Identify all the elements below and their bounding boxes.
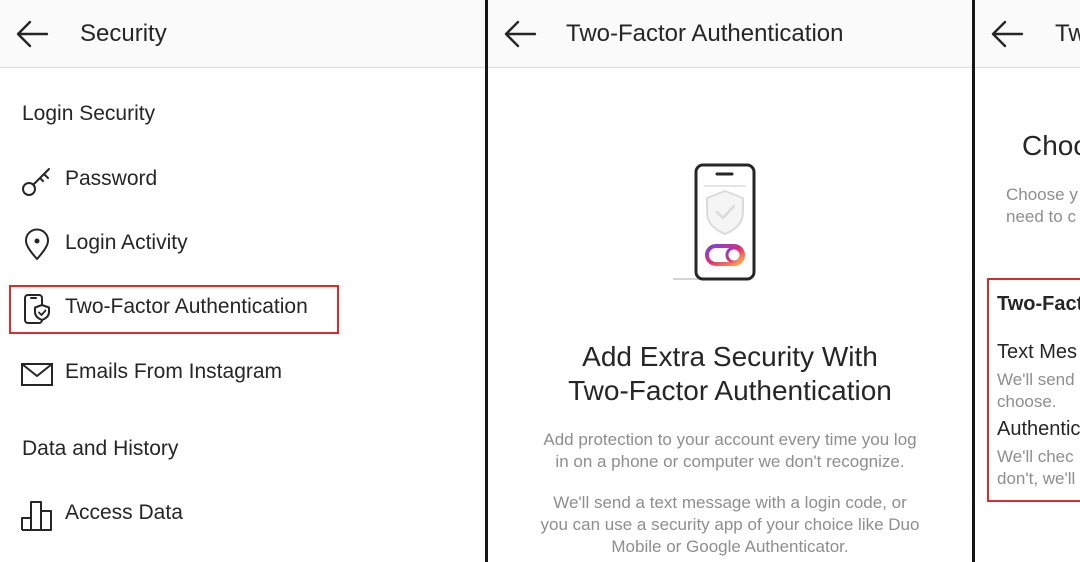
page-title: Security: [80, 20, 167, 47]
bar-chart-icon: [21, 501, 52, 531]
back-button[interactable]: [502, 19, 538, 49]
choose-description-line: need to c: [1006, 207, 1076, 226]
description-line: in on a phone or computer we don't recog…: [555, 452, 905, 471]
option-description-line: don't, we'll: [997, 469, 1076, 488]
description-line: We'll send a text message with a login c…: [553, 493, 907, 512]
choose-method-header: Tw: [975, 0, 1080, 68]
data-history-heading: Data and History: [22, 437, 179, 460]
menu-item-label: Login Activity: [65, 231, 188, 254]
headline-line-2: Two-Factor Authentication: [568, 375, 892, 406]
description-line: Mobile or Google Authenticator.: [611, 537, 849, 556]
description-line: Add protection to your account every tim…: [543, 430, 917, 449]
option-description-line: We'll chec: [997, 447, 1074, 466]
key-icon: [22, 168, 50, 196]
back-button[interactable]: [14, 19, 50, 49]
arrow-left-icon: [504, 20, 537, 48]
choose-method-panel: Tw Choc Choose y need to c Two-Fact Text…: [975, 0, 1080, 562]
arrow-left-icon: [991, 20, 1024, 48]
menu-item-label: Password: [65, 167, 158, 190]
login-security-heading: Login Security: [22, 102, 156, 125]
option-authentication-app-title[interactable]: Authentic: [997, 418, 1080, 441]
arrow-left-icon: [16, 20, 49, 48]
security-panel: Security Login Security Password Login A…: [0, 0, 485, 562]
back-button[interactable]: [989, 19, 1025, 49]
headline-line-1: Add Extra Security With: [582, 341, 878, 372]
two-factor-section-title: Two-Fact: [997, 293, 1080, 315]
highlight-box: [9, 285, 339, 334]
phone-shield-illustration-icon: [673, 163, 756, 281]
option-description-line: choose.: [997, 392, 1057, 411]
menu-item-access-data[interactable]: Access Data: [20, 494, 460, 534]
two-factor-header: Two-Factor Authentication: [488, 0, 972, 68]
menu-item-password[interactable]: Password: [20, 160, 460, 200]
menu-item-label: Emails From Instagram: [65, 360, 283, 383]
description-line: you can use a security app of your choic…: [540, 515, 920, 534]
menu-item-label: Access Data: [65, 501, 183, 524]
location-pin-icon: [25, 228, 49, 260]
page-title: Tw: [1055, 20, 1080, 47]
choose-description-line: Choose y: [1006, 185, 1078, 204]
option-description-line: We'll send: [997, 370, 1075, 389]
two-factor-panel: Two-Factor Authentication Add Extra Secu…: [488, 0, 972, 562]
option-text-message-title[interactable]: Text Mes: [997, 341, 1077, 364]
menu-item-emails[interactable]: Emails From Instagram: [20, 353, 460, 393]
security-header: Security: [0, 0, 485, 68]
mail-icon: [21, 363, 53, 386]
page-title: Two-Factor Authentication: [566, 20, 844, 47]
menu-item-login-activity[interactable]: Login Activity: [20, 224, 460, 264]
choose-heading: Choc: [1022, 130, 1080, 161]
